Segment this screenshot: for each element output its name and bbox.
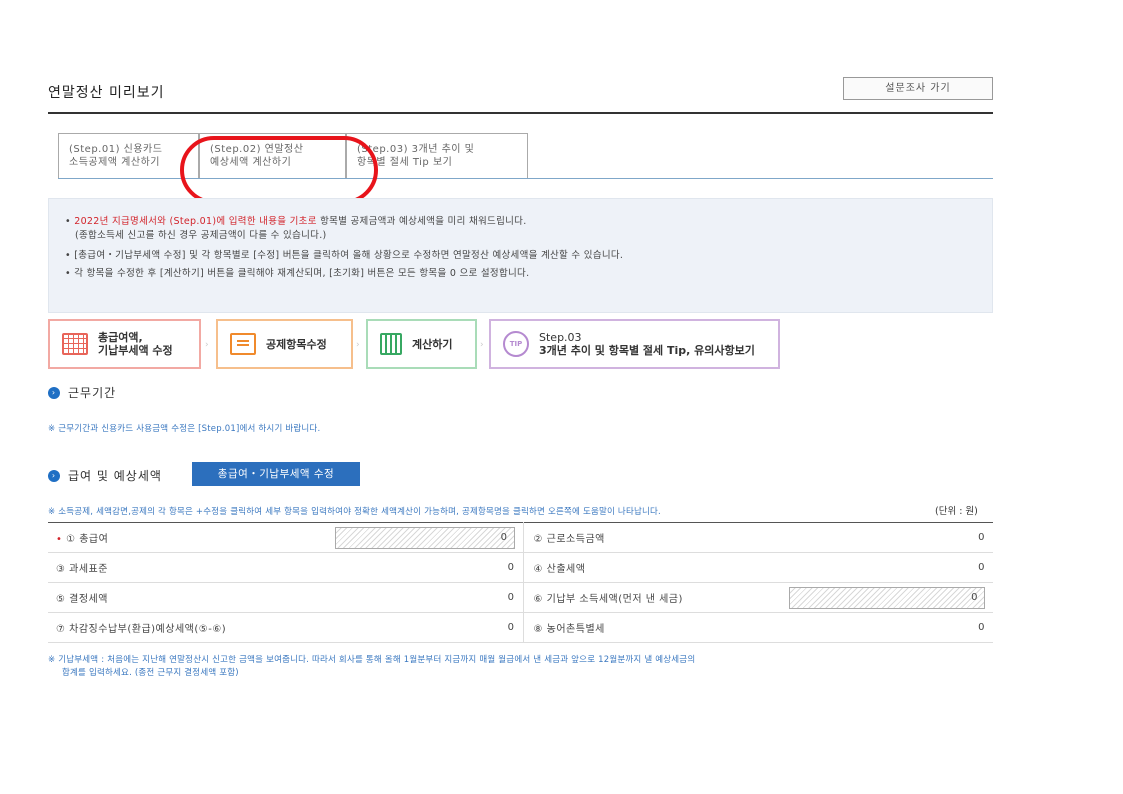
total-salary-input[interactable]: 0 (334, 526, 515, 549)
tax-base-label[interactable]: ③ 과세표준 (48, 552, 313, 583)
tab-step-01-line1: (Step.01) 신용카드 (69, 144, 163, 155)
monitor-icon (230, 333, 256, 355)
edit-salary-step-line1: 총급여액, (98, 331, 143, 344)
work-period-title: 근무기간 (68, 386, 117, 400)
calculate-step-label: 계산하기 (412, 337, 453, 351)
chevron-right-icon: › (356, 340, 360, 350)
chevron-right-icon: › (205, 340, 209, 350)
rural-special-tax-label[interactable]: ⑧ 농어촌특별세 (523, 612, 763, 643)
salary-heading: › 급여 및 예상세액 (48, 467, 162, 484)
prepaid-tax-input[interactable]: 0 (789, 586, 985, 609)
rural-special-tax-value: 0 (763, 612, 993, 643)
footnote-line1: ※ 기납부세액 : 처음에는 지난해 연말정산시 신고한 금액을 보여줍니다. … (48, 655, 696, 665)
calculator-icon (380, 333, 402, 355)
calculate-step-button[interactable]: 계산하기 (366, 319, 477, 369)
tab-step-03-line1: (Step.03) 3개년 추이 및 (357, 144, 475, 155)
page-title: 연말정산 미리보기 (48, 85, 165, 101)
salary-note: ※ 소득공제, 세액감면,공제의 각 항목은 +수정을 클릭하여 세부 항목을 … (48, 507, 661, 517)
info-line-3-text: 각 항목을 수정한 후 [계산하기] 버튼을 클릭해야 재계산되며, [초기화]… (74, 268, 530, 279)
table-row: ⑤ 결정세액 0 ⑥ 기납부 소득세액(먼저 낸 세금) 0 (48, 582, 993, 613)
prepaid-tax-label[interactable]: ⑥ 기납부 소득세액(먼저 낸 세금) (523, 582, 763, 613)
tip-icon: TIP (503, 331, 529, 357)
tab-step-01-line2: 소득공제액 계산하기 (69, 157, 160, 168)
edit-deductions-step-label: 공제항목수정 (266, 337, 327, 351)
calculated-tax-label[interactable]: ④ 산출세액 (523, 552, 763, 583)
arrow-circle-icon: › (48, 386, 60, 399)
unit-label: (단위 : 원) (935, 506, 978, 517)
tab-step-03-line2: 항목별 절세 Tip 보기 (357, 157, 453, 168)
table-row: ⑦ 차감징수납부(환급)예상세액(⑤-⑥) 0 ⑧ 농어촌특별세 0 (48, 612, 993, 643)
table-row: • ① 총급여 0 ② 근로소득금액 0 (48, 522, 993, 553)
step03-tip-button[interactable]: TIP Step.03 3개년 추이 및 항목별 절세 Tip, 유의사항보기 (489, 319, 780, 369)
tab-step-01[interactable]: (Step.01) 신용카드 소득공제액 계산하기 (58, 133, 199, 179)
tax-base-value: 0 (313, 552, 524, 583)
info-box: • 2022년 지급명세서와 (Step.01)에 입력한 내용을 기초로 항목… (48, 198, 993, 313)
chevron-right-icon: › (480, 340, 484, 350)
table-row: ③ 과세표준 0 ④ 산출세액 0 (48, 552, 993, 583)
determined-tax-value: 0 (313, 582, 524, 613)
edit-salary-button[interactable]: 총급여・기납부세액 수정 (192, 462, 360, 486)
title-divider (48, 112, 993, 114)
info-line-1-rest: 항목별 공제금액과 예상세액을 미리 채워드립니다. (316, 216, 527, 227)
work-period-heading: › 근무기간 (48, 384, 116, 401)
step03-tip-label: Step.03 3개년 추이 및 항목별 절세 Tip, 유의사항보기 (539, 331, 755, 357)
tax-table: • ① 총급여 0 ② 근로소득금액 0 ③ 과세표준 0 ④ 산출세액 0 ⑤… (48, 522, 993, 643)
footnote-line2: 합계를 입력하세요. (종전 근무지 결정세액 포함) (62, 668, 239, 678)
earned-income-value: 0 (763, 522, 993, 553)
edit-salary-step-line2: 기납부세액 수정 (98, 344, 173, 357)
step03-tip-line1: Step.03 (539, 331, 582, 344)
required-marker: • (56, 534, 63, 545)
total-salary-value: 0 (313, 522, 524, 553)
prepaid-tax-value: 0 (763, 582, 993, 613)
prepaid-tax-footnote: ※ 기납부세액 : 처음에는 지난해 연말정산시 신고한 금액을 보여줍니다. … (48, 654, 695, 680)
total-salary-label-text: ① 총급여 (66, 534, 109, 545)
edit-salary-step-button[interactable]: 총급여액, 기납부세액 수정 (48, 319, 201, 369)
expected-refund-value: 0 (313, 612, 524, 643)
step03-tip-line2: 3개년 추이 및 항목별 절세 Tip, 유의사항보기 (539, 344, 755, 357)
salary-title: 급여 및 예상세액 (68, 469, 162, 483)
edit-deductions-step-button[interactable]: 공제항목수정 (216, 319, 353, 369)
expected-refund-label[interactable]: ⑦ 차감징수납부(환급)예상세액(⑤-⑥) (48, 612, 313, 643)
info-line-2-text: [총급여・기납부세액 수정] 및 각 항목별로 [수정] 버튼을 클릭하여 올해… (74, 250, 624, 261)
earned-income-label[interactable]: ② 근로소득금액 (523, 522, 763, 553)
determined-tax-label[interactable]: ⑤ 결정세액 (48, 582, 313, 613)
total-salary-label[interactable]: • ① 총급여 (48, 522, 313, 553)
work-period-note: ※ 근무기간과 신용카드 사용금액 수정은 [Step.01]에서 하시기 바랍… (48, 424, 321, 434)
edit-salary-step-label: 총급여액, 기납부세액 수정 (98, 331, 173, 357)
info-line-3: • 각 항목을 수정한 후 [계산하기] 버튼을 클릭해야 재계산되며, [초기… (65, 268, 530, 279)
info-line-1-highlight: 2022년 지급명세서와 (Step.01)에 입력한 내용을 기초로 (74, 216, 317, 227)
calculated-tax-value: 0 (763, 552, 993, 583)
info-line-2: • [총급여・기납부세액 수정] 및 각 항목별로 [수정] 버튼을 클릭하여 … (65, 250, 624, 261)
survey-button[interactable]: 설문조사 가기 (843, 77, 993, 100)
highlight-annotation (180, 136, 378, 204)
calendar-icon (62, 333, 88, 355)
arrow-circle-icon: › (48, 469, 60, 482)
info-line-1-sub: (종합소득세 신고를 하신 경우 공제금액이 다를 수 있습니다.) (75, 230, 327, 241)
